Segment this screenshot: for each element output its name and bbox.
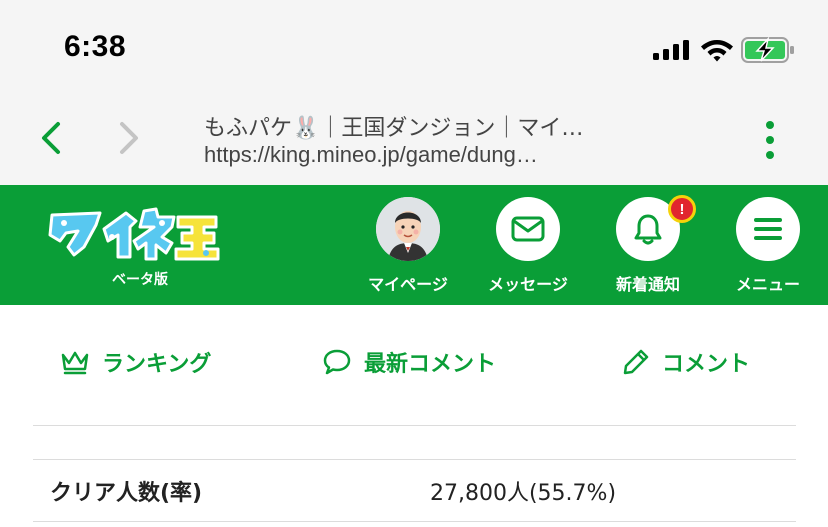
- speech-bubble-icon: [323, 349, 351, 375]
- hamburger-menu-icon: [754, 218, 782, 240]
- bell-icon: [634, 214, 662, 245]
- notification-button[interactable]: ! 新着通知: [598, 195, 698, 305]
- menu-button[interactable]: メニュー: [718, 197, 818, 305]
- user-avatar-icon: [376, 197, 440, 261]
- table-row-border: [33, 521, 796, 522]
- tab-ranking[interactable]: ランキング: [60, 345, 211, 379]
- back-arrow-icon[interactable]: [36, 120, 66, 156]
- menu-label: メニュー: [735, 275, 800, 294]
- tab-latest-comments[interactable]: 最新コメント: [322, 345, 496, 379]
- more-vertical-icon[interactable]: [760, 118, 780, 162]
- tab-ranking-label: ランキング: [102, 352, 212, 377]
- beta-label: ベータ版: [112, 272, 168, 288]
- battery-charging-icon: [741, 36, 794, 63]
- clear-count-value: 27,800人(55.7%): [430, 481, 617, 506]
- forward-arrow-icon[interactable]: [114, 120, 144, 156]
- notification-label: 新着通知: [615, 275, 680, 294]
- message-label: メッセージ: [488, 275, 568, 294]
- site-header: ベータ版 マイページ メッセージ ! 新着通知 メニュー: [0, 185, 828, 305]
- message-icon-circle: [496, 197, 560, 261]
- table-top-border: [33, 459, 796, 460]
- tab-comment-label: コメント: [662, 352, 751, 377]
- status-bar: 6:38: [0, 0, 828, 92]
- menu-icon-circle: [736, 197, 800, 261]
- avatar: [376, 197, 440, 261]
- mineo-king-logo[interactable]: [46, 203, 222, 265]
- browser-toolbar: もふパケ🐰｜王国ダンジョン｜マイ… https://king.mineo.jp/…: [0, 92, 828, 185]
- mypage-label: マイページ: [368, 275, 448, 294]
- sub-navigation: ランキング 最新コメント コメント: [0, 305, 828, 419]
- cellular-signal-icon: [653, 40, 689, 60]
- divider: [33, 425, 796, 426]
- envelope-icon: [511, 216, 545, 242]
- pencil-icon: [623, 349, 649, 375]
- wifi-icon: [701, 40, 733, 62]
- mypage-button[interactable]: マイページ: [358, 197, 458, 305]
- browser-url[interactable]: https://king.mineo.jp/game/dung…: [204, 142, 644, 168]
- status-time: 6:38: [64, 30, 127, 63]
- message-button[interactable]: メッセージ: [478, 197, 578, 305]
- browser-page-title: もふパケ🐰｜王国ダンジョン｜マイ…: [204, 116, 584, 141]
- notification-badge: !: [668, 195, 696, 223]
- tab-comment[interactable]: コメント: [622, 345, 750, 379]
- tab-latest-comments-label: 最新コメント: [364, 352, 497, 377]
- crown-icon: [61, 351, 89, 375]
- clear-count-label: クリア人数(率): [50, 481, 203, 506]
